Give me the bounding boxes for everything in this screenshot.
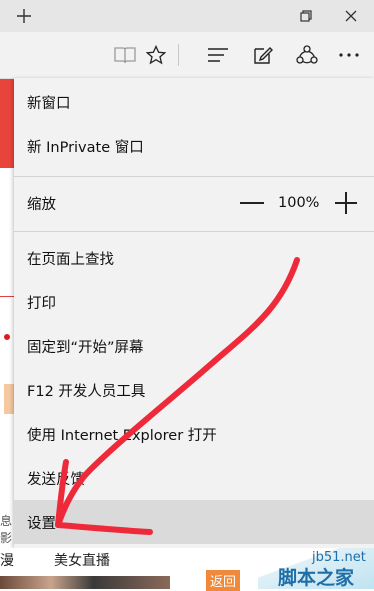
- page-banner: [0, 78, 14, 168]
- page-link-live[interactable]: 美女直播: [54, 550, 110, 570]
- hub-icon: [208, 48, 228, 62]
- menu-item-label: F12 开发人员工具: [27, 383, 146, 400]
- menu-item-label: 设置: [27, 515, 56, 532]
- page-tab-fragment[interactable]: 漫: [0, 550, 14, 570]
- restore-button[interactable]: [290, 0, 322, 32]
- watermark-name: 脚本之家: [278, 567, 355, 589]
- menu-item-f12-tools[interactable]: F12 开发人员工具: [14, 368, 374, 412]
- favorite-button[interactable]: [141, 40, 171, 70]
- zoom-in-button[interactable]: [335, 192, 358, 214]
- plus-icon: [17, 9, 31, 23]
- new-tab-button[interactable]: [8, 0, 40, 32]
- page-thumbnails: [0, 576, 170, 589]
- browser-toolbar: [0, 32, 374, 79]
- zoom-level: 100%: [278, 195, 320, 211]
- page-left-text: 息影: [0, 514, 13, 545]
- hub-button[interactable]: [203, 40, 233, 70]
- menu-item-label: 在页面上查找: [27, 251, 114, 268]
- web-note-button[interactable]: [248, 40, 278, 70]
- share-button[interactable]: [292, 40, 322, 70]
- favorite-star-icon: [146, 45, 166, 65]
- menu-item-open-with-ie[interactable]: 使用 Internet Explorer 打开: [14, 412, 374, 456]
- menu-item-label: 缩放: [27, 196, 56, 213]
- menu-item-new-inprivate[interactable]: 新 InPrivate 窗口: [14, 124, 374, 168]
- share-icon: [296, 45, 318, 64]
- menu-item-label: 发送反馈: [27, 471, 85, 488]
- close-icon: [345, 10, 357, 22]
- menu-item-label: 打印: [27, 295, 56, 312]
- menu-item-zoom: 缩放 100%: [14, 181, 374, 225]
- toolbar-separator: [178, 44, 179, 66]
- page-red-dot: [4, 334, 10, 340]
- menu-item-pin-to-start[interactable]: 固定到“开始”屏幕: [14, 324, 374, 368]
- more-button[interactable]: [334, 40, 364, 70]
- restore-icon: [300, 10, 312, 22]
- page-orange-fragment: [4, 384, 14, 414]
- zoom-out-button[interactable]: [240, 202, 264, 204]
- menu-item-label: 使用 Internet Explorer 打开: [27, 427, 217, 444]
- menu-item-label: 新 InPrivate 窗口: [27, 139, 144, 156]
- page-bottom-strip: 漫 美女直播 返回 jb51.net 脚本之家: [0, 548, 374, 591]
- menu-item-label: 固定到“开始”屏幕: [27, 339, 144, 356]
- menu-item-settings[interactable]: 设置: [14, 500, 374, 544]
- plus-icon: [335, 192, 358, 214]
- menu-item-new-window[interactable]: 新窗口: [14, 80, 374, 124]
- title-bar: [0, 0, 374, 32]
- web-note-icon: [254, 47, 273, 64]
- menu-divider: [14, 231, 374, 232]
- close-button[interactable]: [334, 0, 368, 32]
- more-icon: [339, 53, 359, 57]
- reading-view-button[interactable]: [110, 40, 140, 70]
- menu-item-feedback[interactable]: 发送反馈: [14, 456, 374, 500]
- menu-divider: [14, 176, 374, 177]
- back-badge[interactable]: 返回: [206, 570, 241, 591]
- reading-view-icon: [114, 47, 136, 64]
- menu-item-find[interactable]: 在页面上查找: [14, 236, 374, 280]
- menu-item-label: 新窗口: [27, 95, 71, 112]
- zoom-control: 100%: [240, 181, 358, 225]
- menu-item-print[interactable]: 打印: [14, 280, 374, 324]
- more-actions-menu: 新窗口 新 InPrivate 窗口 缩放 100% 在页面上查找 打印 固定到…: [14, 78, 374, 548]
